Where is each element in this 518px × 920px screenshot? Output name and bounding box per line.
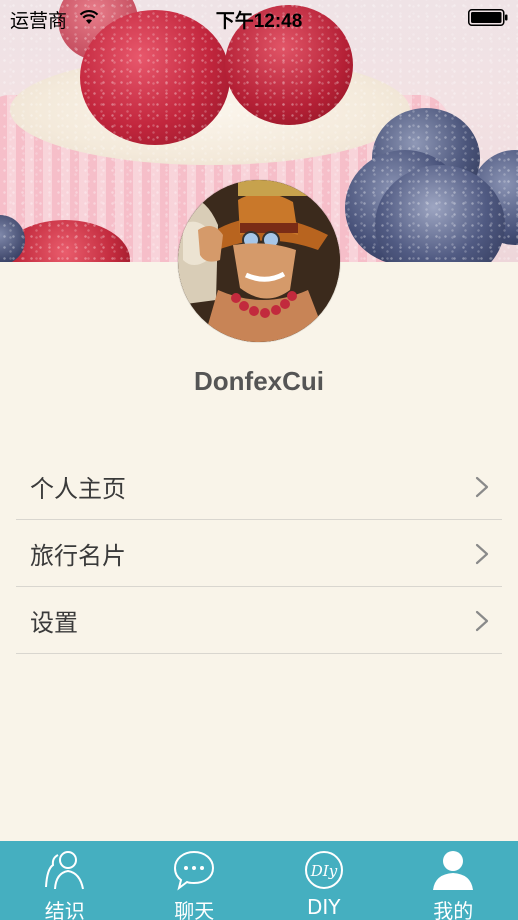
diy-icon: DIy	[304, 851, 343, 889]
menu-item-label: 设置	[30, 608, 78, 637]
tab-label: DIY	[306, 895, 341, 919]
tab-bar: 结识 聊天 DIy DIY 我的	[0, 841, 518, 920]
tab-label: 我的	[433, 899, 474, 920]
svg-text:DIy: DIy	[310, 862, 338, 880]
tab-meet[interactable]: 结识	[0, 841, 130, 920]
tab-chat[interactable]: 聊天	[130, 841, 260, 920]
user-icon	[433, 851, 474, 890]
chevron-right-icon	[475, 543, 489, 565]
chevron-right-icon	[475, 610, 489, 632]
menu-item-label: 个人主页	[30, 474, 126, 503]
menu-item-label: 旅行名片	[30, 541, 126, 570]
menu-item-settings[interactable]: 设置	[16, 587, 502, 654]
menu-item-homepage[interactable]: 个人主页	[16, 453, 502, 520]
tab-label: 结识	[44, 899, 85, 920]
status-bar: 运营商 下午12:48	[0, 0, 518, 36]
avatar-image	[178, 180, 340, 342]
battery-icon	[468, 9, 508, 26]
profile-menu: 个人主页 旅行名片 设置	[16, 453, 502, 654]
chat-bubble-icon	[174, 850, 215, 891]
people-icon	[44, 851, 84, 890]
tab-label: 聊天	[174, 899, 215, 920]
menu-item-travel-card[interactable]: 旅行名片	[16, 520, 502, 587]
tab-mine[interactable]: 我的	[389, 841, 518, 920]
chevron-right-icon	[475, 476, 489, 498]
username: DonfexCui	[194, 366, 324, 396]
avatar[interactable]	[178, 180, 340, 342]
status-time: 下午12:48	[215, 11, 303, 32]
tab-diy[interactable]: DIy DIY	[259, 841, 389, 920]
